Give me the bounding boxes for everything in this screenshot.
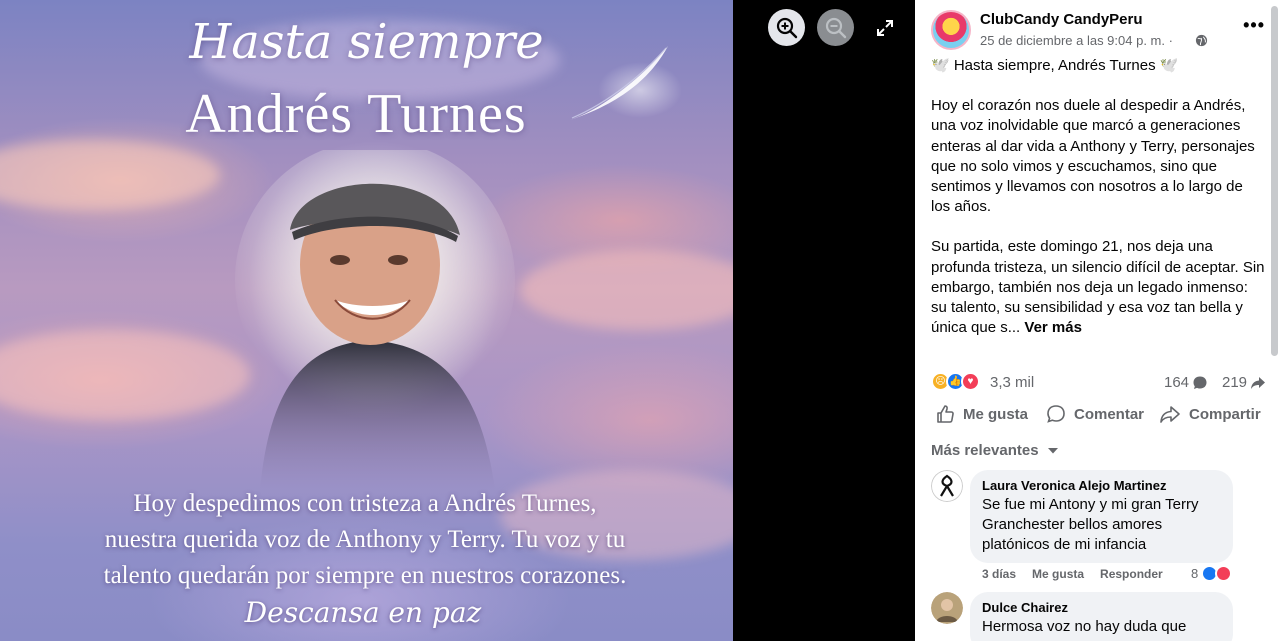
commenter-name[interactable]: Laura Veronica Alejo Martinez — [982, 478, 1221, 494]
share-button[interactable]: Compartir — [1159, 404, 1261, 424]
comment-text: Se fue mi Antony y mi gran Terry Granche… — [982, 496, 1199, 553]
post-actions: Me gusta Comentar Compartir — [931, 404, 1276, 428]
caption-line: talento quedarán por siempre en nuestros… — [103, 562, 627, 589]
comment-count[interactable]: 164 — [1164, 374, 1208, 391]
share-count-value: 219 — [1222, 374, 1248, 391]
comment-text: Hermosa voz no hay duda que — [982, 618, 1187, 635]
cloud — [0, 140, 220, 210]
thumbs-up-icon — [937, 405, 954, 423]
fullscreen-button[interactable] — [866, 9, 903, 46]
more-options-button[interactable]: ••• — [1243, 15, 1265, 36]
reactions-bar: ☹ 👍 ♥ 3,3 mil 164 219 — [931, 372, 1271, 394]
like-button[interactable]: Me gusta — [935, 404, 1028, 424]
portrait-illustration — [235, 150, 515, 490]
zoom-out-button[interactable] — [817, 9, 854, 46]
feather-icon — [570, 46, 668, 120]
chevron-down-icon — [1047, 447, 1058, 453]
comment-reaction-count: 8 — [1191, 566, 1199, 581]
comment-sort-dropdown[interactable]: Más relevantes — [931, 442, 1059, 459]
comment-bubble: Laura Veronica Alejo Martinez Se fue mi … — [970, 470, 1233, 563]
globe-icon — [1195, 34, 1208, 47]
page-avatar[interactable] — [931, 10, 971, 50]
comment-button-label: Comentar — [1074, 405, 1145, 423]
comment-button[interactable]: Comentar — [1046, 404, 1144, 424]
commenter-avatar[interactable] — [931, 470, 963, 502]
commenter-avatar[interactable] — [931, 592, 963, 624]
comment-sort-label: Más relevantes — [931, 442, 1039, 459]
scrollbar[interactable] — [1271, 6, 1278, 356]
reaction-count[interactable]: 3,3 mil — [990, 374, 1034, 391]
post-timestamp[interactable]: 25 de diciembre a las 9:04 p. m. · — [980, 33, 1173, 48]
post-paragraph: Hoy el corazón nos duele al despedir a A… — [931, 97, 1255, 216]
post-paragraph: Su partida, este domingo 21, nos deja un… — [931, 237, 1266, 338]
share-count[interactable]: 219 — [1222, 374, 1266, 391]
comment-item: Laura Veronica Alejo Martinez Se fue mi … — [931, 470, 1271, 582]
post-paragraph-truncated: Su partida, este domingo 21, nos deja un… — [931, 238, 1265, 337]
post-body: 🕊️ Hasta siempre, Andrés Turnes 🕊️ Hoy e… — [931, 56, 1266, 358]
comment-meta: 3 días Me gusta Responder — [982, 567, 1163, 581]
post-header: ClubCandy CandyPeru 25 de diciembre a la… — [931, 10, 1271, 50]
cloud — [520, 250, 733, 330]
comment-icon — [1047, 405, 1065, 423]
love-reaction-icon: ♥ — [961, 372, 980, 391]
share-button-label: Compartir — [1189, 405, 1261, 423]
post-heading: 🕊️ Hasta siempre, Andrés Turnes 🕊️ — [931, 57, 1179, 74]
caption-line: nuestra querida voz de Anthony y Terry. … — [104, 526, 626, 553]
comment-reactions[interactable]: 8 — [1191, 565, 1233, 582]
photo-caption: Hoy despedimos con tristeza a Andrés Tur… — [40, 486, 690, 594]
page-name-link[interactable]: ClubCandy CandyPeru — [980, 11, 1143, 28]
love-reaction-icon — [1215, 565, 1233, 582]
expand-icon — [876, 19, 893, 36]
like-button-label: Me gusta — [963, 405, 1029, 423]
cloud — [0, 330, 250, 420]
caption-line: Hoy despedimos con tristeza a Andrés Tur… — [133, 490, 597, 517]
comment-time[interactable]: 3 días — [982, 567, 1016, 581]
comment-count-value: 164 — [1164, 374, 1190, 391]
zoom-in-icon — [776, 17, 797, 38]
comment-bubble-icon — [1193, 376, 1207, 389]
see-more-link[interactable]: Ver más — [1024, 319, 1082, 336]
comment-bubble: Dulce Chairez Hermosa voz no hay duda qu… — [970, 592, 1233, 641]
post-side-panel: ClubCandy CandyPeru 25 de diciembre a la… — [915, 0, 1280, 641]
zoom-in-button[interactable] — [768, 9, 805, 46]
comment-like-link[interactable]: Me gusta — [1032, 567, 1084, 581]
share-arrow-icon — [1251, 376, 1266, 389]
zoom-out-icon — [825, 17, 846, 38]
share-icon — [1160, 406, 1180, 423]
reaction-icons[interactable]: ☹ 👍 ♥ — [931, 372, 980, 391]
commenter-name[interactable]: Dulce Chairez — [982, 600, 1221, 616]
photo-closing: Descansa en paz — [244, 596, 482, 629]
post-photo: Hasta siempre Andrés Turnes Hoy despedim… — [0, 0, 733, 641]
comment-reply-link[interactable]: Responder — [1100, 567, 1163, 581]
comment-item: Dulce Chairez Hermosa voz no hay duda qu… — [931, 592, 1271, 641]
